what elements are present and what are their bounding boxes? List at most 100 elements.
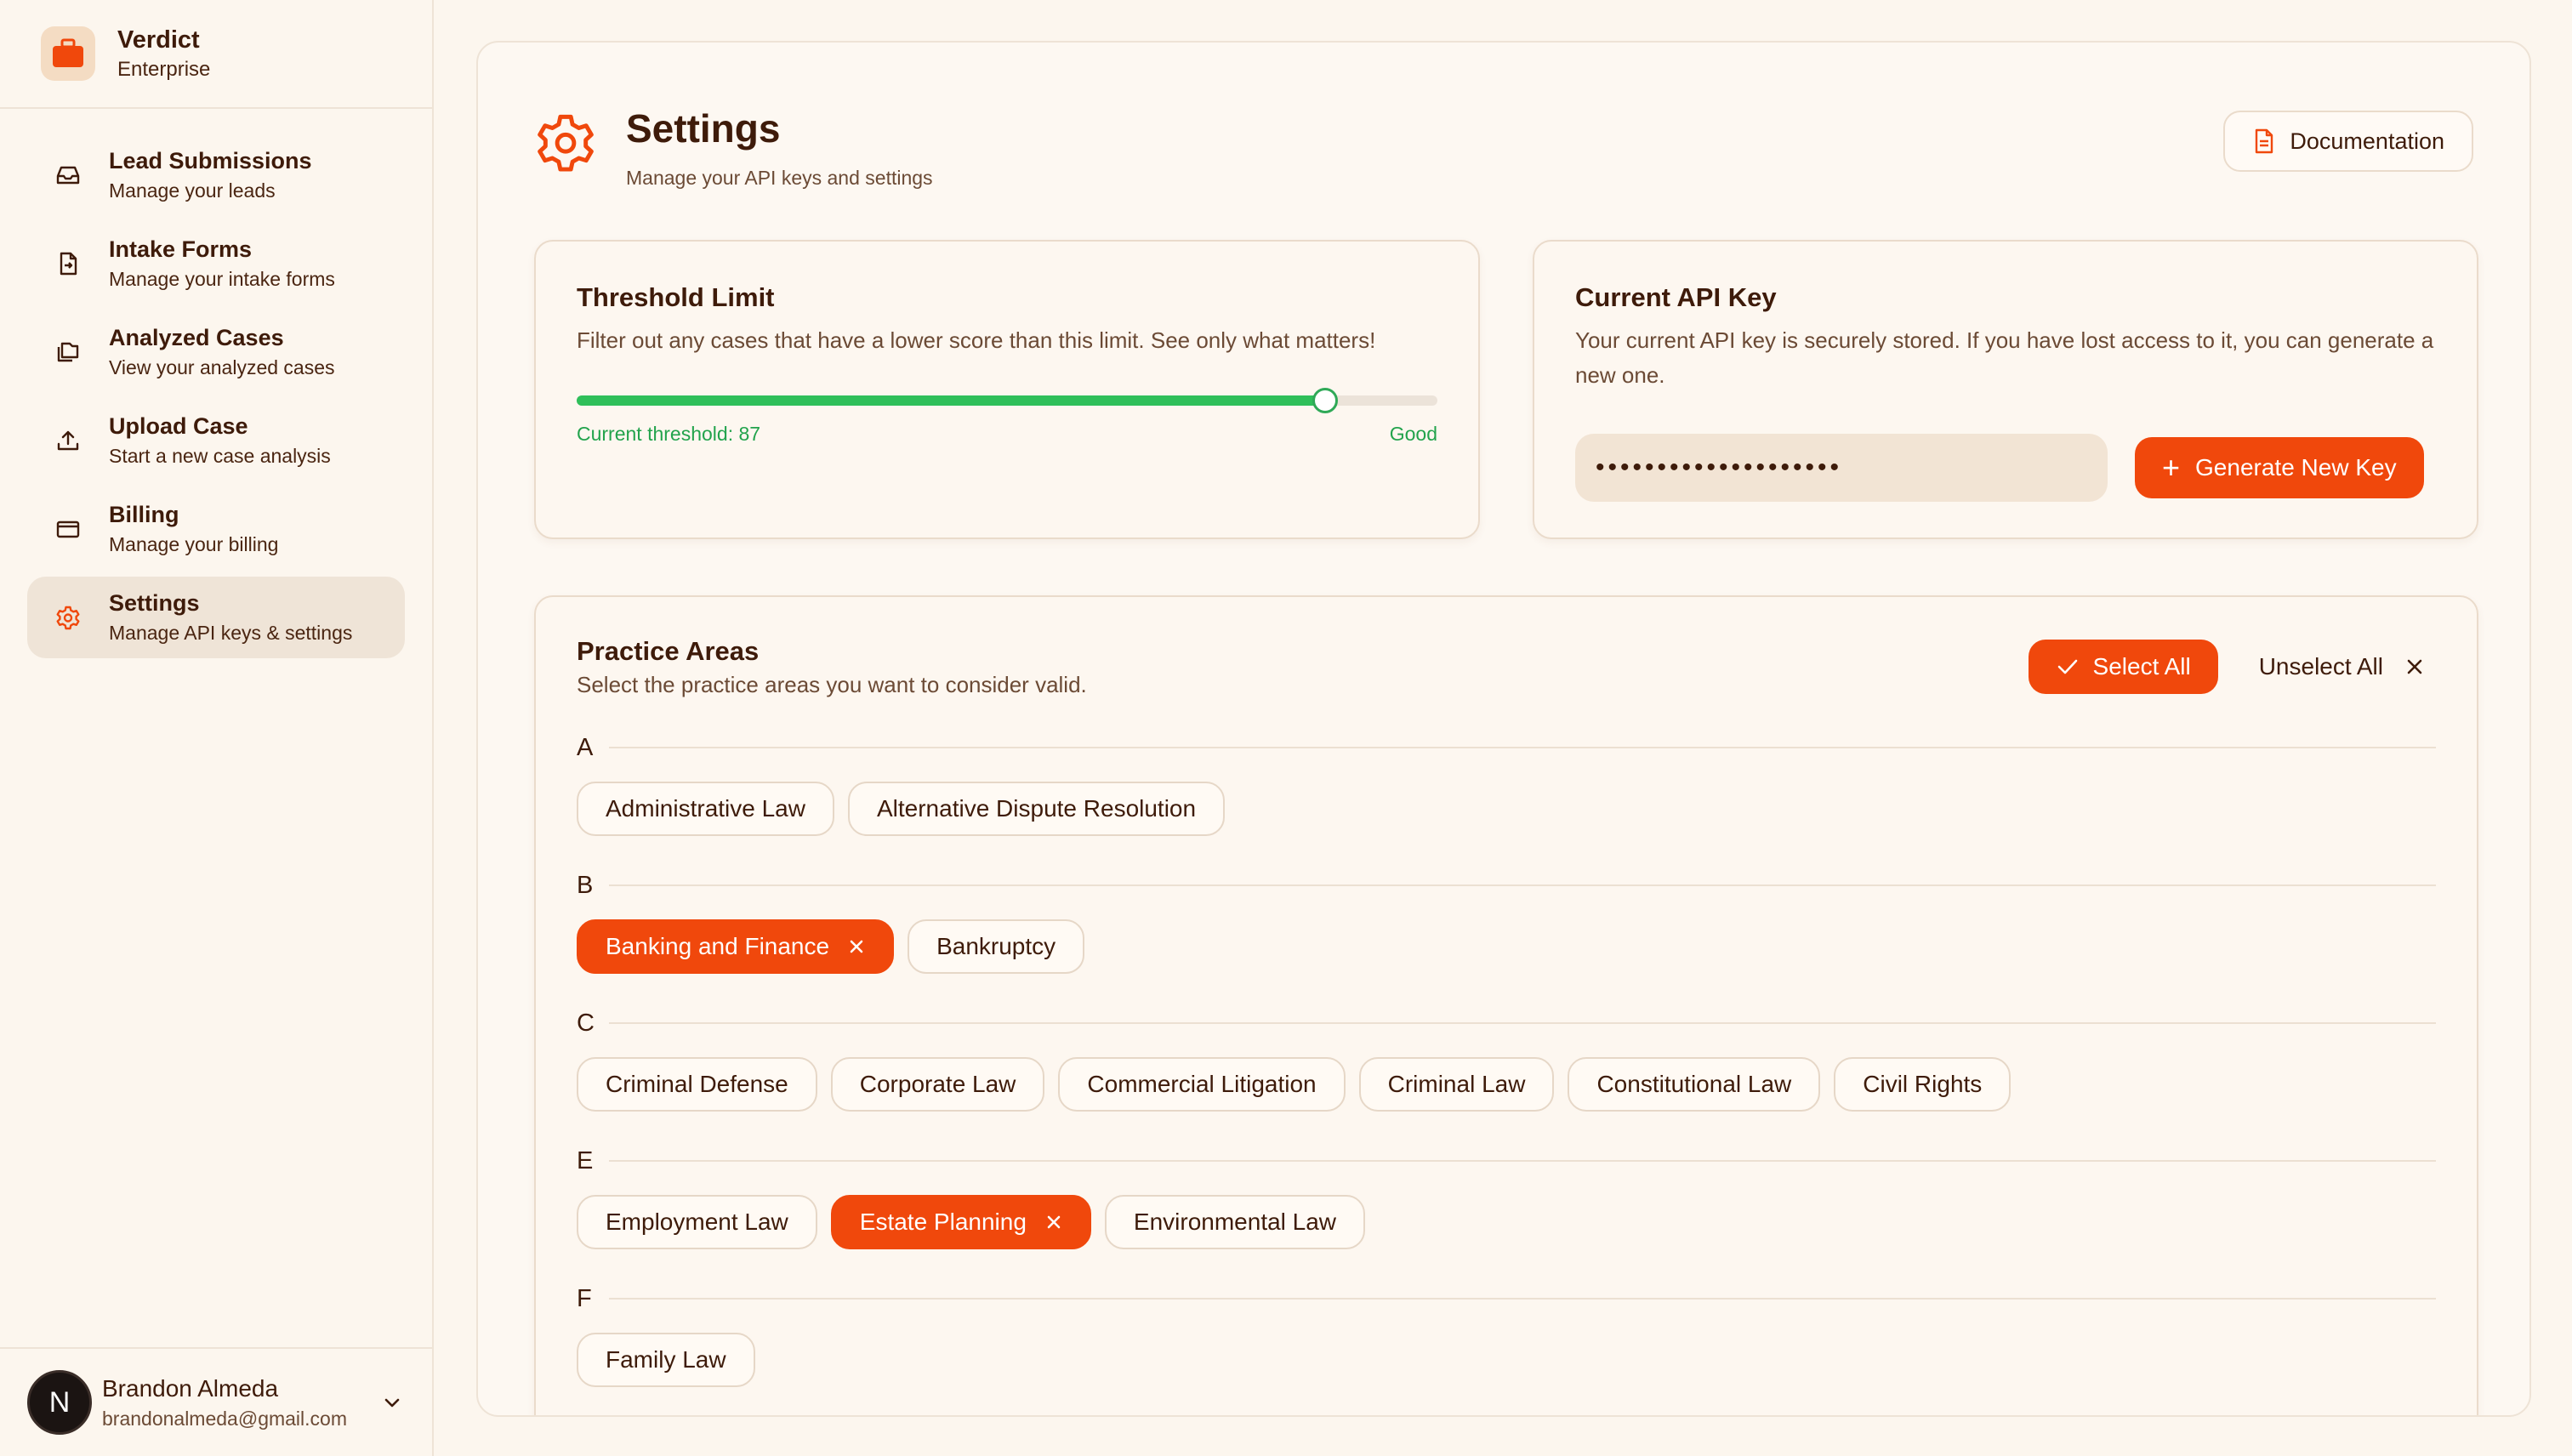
- api-key-card: Current API Key Your current API key is …: [1533, 240, 2478, 539]
- user-menu[interactable]: N Brandon Almeda brandonalmeda@gmail.com: [0, 1347, 432, 1456]
- close-icon: [2405, 657, 2424, 676]
- practice-groups: A Administrative Law Alternative Dispute R…: [577, 731, 2436, 1387]
- generate-key-button[interactable]: + Generate New Key: [2135, 437, 2424, 498]
- chip-label: Commercial Litigation: [1087, 1071, 1317, 1097]
- practice-area-chip[interactable]: Environmental Law: [1104, 1195, 1366, 1249]
- chip-label: Employment Law: [606, 1209, 788, 1235]
- sidebar-item-billing[interactable]: Billing Manage your billing: [27, 488, 405, 570]
- page-header: Settings Manage your API keys and settin…: [534, 105, 933, 190]
- divider: [609, 1160, 2436, 1162]
- gear-icon: [534, 111, 597, 173]
- files-icon: [53, 337, 83, 367]
- brand-plan: Enterprise: [117, 57, 211, 81]
- chip-label: Corporate Law: [859, 1071, 1016, 1097]
- practice-area-chip[interactable]: Alternative Dispute Resolution: [847, 782, 1226, 836]
- divider: [609, 747, 2436, 748]
- nav-title: Lead Submissions: [109, 148, 312, 173]
- practice-area-chip[interactable]: Constitutional Law: [1568, 1057, 1821, 1112]
- chip-label: Family Law: [606, 1346, 726, 1373]
- slider-thumb[interactable]: [1312, 388, 1339, 413]
- settings-panel: Settings Manage your API keys and settin…: [476, 41, 2531, 1417]
- practice-area-chip[interactable]: Civil Rights: [1834, 1057, 2012, 1112]
- briefcase-icon: [41, 26, 95, 81]
- brand-name: Verdict: [117, 26, 200, 54]
- practice-area-chip[interactable]: Criminal Law: [1358, 1057, 1555, 1112]
- sidebar-item-settings[interactable]: Settings Manage API keys & settings: [27, 577, 405, 658]
- group-letter: C: [577, 1009, 595, 1037]
- upload-icon: [53, 425, 83, 456]
- select-all-button[interactable]: Select All: [2028, 640, 2218, 694]
- chevron-down-icon[interactable]: [381, 1391, 403, 1418]
- close-icon[interactable]: [848, 938, 865, 955]
- api-key-field[interactable]: ••••••••••••••••••••: [1575, 434, 2108, 502]
- sidebar-item-upload-case[interactable]: Upload Case Start a new case analysis: [27, 400, 405, 481]
- group-header: B: [577, 868, 2436, 902]
- brand: Verdict Enterprise: [0, 0, 432, 109]
- practice-area-chip[interactable]: Employment Law: [577, 1195, 817, 1249]
- practice-area-chip[interactable]: Administrative Law: [577, 782, 834, 836]
- chip-label: Estate Planning: [859, 1209, 1027, 1235]
- user-name: Brandon Almeda: [102, 1374, 279, 1402]
- chip-label: Criminal Law: [1387, 1071, 1526, 1097]
- nav-subtitle: Manage your intake forms: [109, 268, 335, 290]
- page-title: Settings: [626, 106, 781, 151]
- nav-title: Settings: [109, 590, 200, 616]
- practice-area-chip[interactable]: Estate Planning: [830, 1195, 1091, 1249]
- unselect-all-button[interactable]: Unselect All: [2259, 653, 2436, 680]
- api-key-row: •••••••••••••••••••• + Generate New Key: [1575, 434, 2436, 502]
- sidebar-item-intake-forms[interactable]: Intake Forms Manage your intake forms: [27, 223, 405, 304]
- gear-icon: [53, 602, 83, 633]
- threshold-card: Threshold Limit Filter out any cases tha…: [534, 240, 1480, 539]
- threshold-slider[interactable]: [577, 387, 1437, 413]
- user-email: brandonalmeda@gmail.com: [102, 1407, 347, 1430]
- avatar: N: [27, 1370, 92, 1435]
- group-header: E: [577, 1144, 2436, 1178]
- divider: [609, 1298, 2436, 1300]
- select-all-label: Select All: [2092, 653, 2191, 680]
- practice-header: Practice Areas Select the practice areas…: [577, 636, 2436, 698]
- api-key-title: Current API Key: [1575, 282, 1777, 312]
- threshold-title: Threshold Limit: [577, 282, 775, 312]
- chip-list: Banking and Finance Bankruptcy: [577, 919, 2436, 974]
- sidebar-nav: Lead Submissions Manage your leads Intak…: [0, 109, 432, 658]
- sidebar-item-analyzed-cases[interactable]: Analyzed Cases View your analyzed cases: [27, 311, 405, 393]
- practice-group: E Employment Law Estate Planning Environmen…: [577, 1144, 2436, 1249]
- page-subtitle: Manage your API keys and settings: [626, 167, 933, 189]
- sidebar-item-lead-submissions[interactable]: Lead Submissions Manage your leads: [27, 134, 405, 216]
- practice-group: A Administrative Law Alternative Dispute R…: [577, 731, 2436, 836]
- chip-label: Administrative Law: [606, 795, 805, 822]
- chip-list: Administrative Law Alternative Dispute Re…: [577, 782, 2436, 836]
- chip-label: Environmental Law: [1133, 1209, 1337, 1235]
- practice-area-chip[interactable]: Bankruptcy: [908, 919, 1085, 974]
- slider-labels: Current threshold: 87 Good: [577, 423, 1437, 446]
- practice-area-chip[interactable]: Commercial Litigation: [1058, 1057, 1346, 1112]
- nav-title: Intake Forms: [109, 236, 253, 262]
- nav-subtitle: Manage API keys & settings: [109, 622, 353, 644]
- practice-area-chip[interactable]: Corporate Law: [830, 1057, 1045, 1112]
- practice-group: B Banking and Finance Bankruptcy: [577, 868, 2436, 974]
- group-header: C: [577, 1006, 2436, 1040]
- unselect-all-label: Unselect All: [2258, 653, 2383, 680]
- documentation-button[interactable]: Documentation: [2223, 111, 2473, 172]
- practice-area-chip[interactable]: Banking and Finance: [577, 919, 895, 974]
- plus-icon: +: [2162, 450, 2181, 485]
- inbox-icon: [53, 160, 83, 191]
- divider: [609, 884, 2436, 886]
- threshold-description: Filter out any cases that have a lower s…: [577, 327, 1376, 353]
- chip-list: Employment Law Estate Planning Environment…: [577, 1195, 2436, 1249]
- current-threshold-label: Current threshold: 87: [577, 423, 761, 445]
- check-icon: [2056, 657, 2080, 677]
- nav-title: Upload Case: [109, 413, 248, 439]
- group-header: F: [577, 1282, 2436, 1316]
- practice-area-chip[interactable]: Family Law: [577, 1333, 755, 1387]
- practice-actions: Select All Unselect All: [2028, 640, 2436, 694]
- nav-title: Analyzed Cases: [109, 325, 284, 350]
- app-root: Verdict Enterprise Lead Submissions Mana…: [0, 0, 2572, 1456]
- group-letter: B: [577, 871, 594, 899]
- api-key-description: Your current API key is securely stored.…: [1575, 327, 2434, 388]
- close-icon[interactable]: [1045, 1214, 1062, 1231]
- nav-subtitle: Manage your billing: [109, 533, 279, 555]
- credit-card-icon: [53, 514, 83, 544]
- slider-fill: [577, 395, 1326, 406]
- practice-area-chip[interactable]: Criminal Defense: [577, 1057, 817, 1112]
